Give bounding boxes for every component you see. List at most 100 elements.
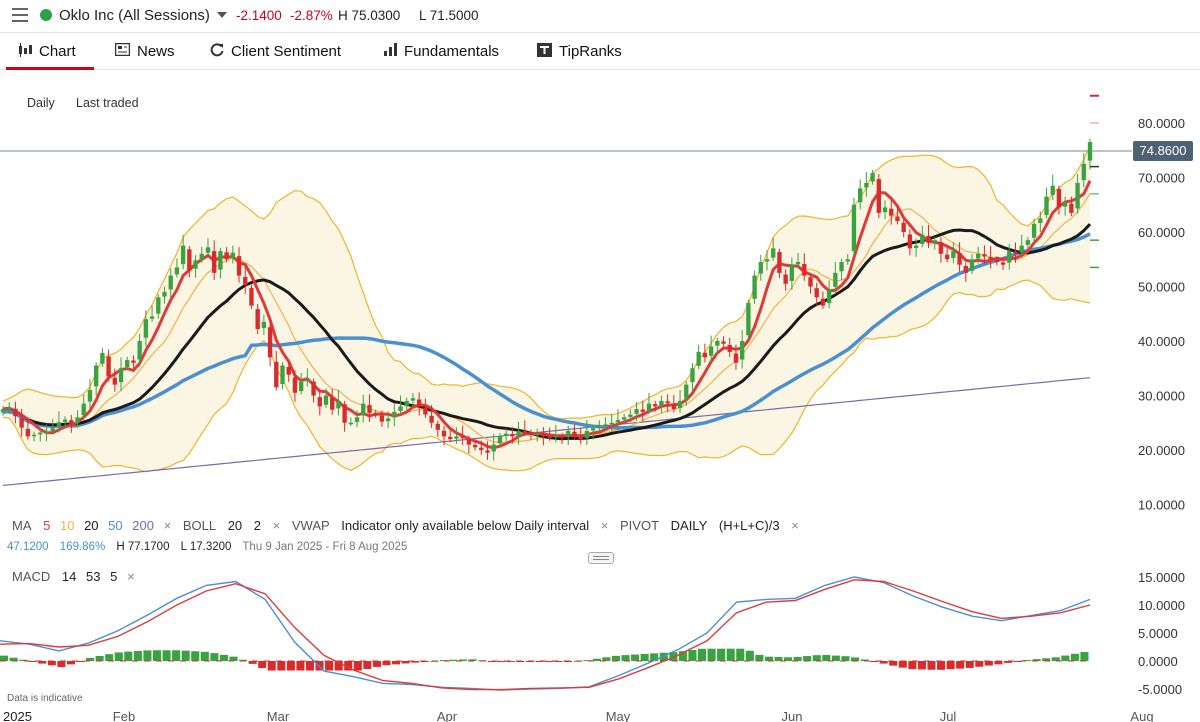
tab-news[interactable]: News	[114, 33, 175, 69]
x-axis-label: Apr	[437, 709, 458, 722]
candle-body	[7, 407, 12, 409]
macd-histogram-bar	[372, 661, 381, 667]
candle-body	[81, 403, 86, 416]
close-boll-icon[interactable]: ×	[273, 518, 281, 533]
candle	[913, 238, 919, 257]
candle	[286, 361, 291, 382]
candle-body	[876, 179, 881, 213]
candle-body	[814, 288, 819, 298]
macd-line	[0, 576, 1091, 691]
tab-label: News	[137, 42, 175, 60]
candle	[845, 254, 850, 265]
day-low: L 71.5000	[419, 8, 479, 23]
candle-body	[982, 254, 987, 257]
candle-body	[640, 409, 645, 412]
candle-body	[106, 356, 111, 377]
candle	[839, 258, 844, 281]
candle-body	[1044, 196, 1049, 216]
tab-chart[interactable]: Chart	[6, 33, 94, 70]
macd-histogram-bar	[191, 651, 200, 661]
menu-icon[interactable]	[12, 8, 28, 22]
candle	[311, 378, 316, 403]
candle-body	[385, 418, 391, 422]
price-axis-label: 60.0000	[1138, 225, 1185, 240]
macd-histogram-bar	[506, 661, 515, 662]
tab-tipranks[interactable]: TipRanks	[537, 33, 622, 69]
candle	[149, 305, 155, 323]
candle-body	[503, 433, 509, 436]
ma-period-5: 5	[43, 518, 51, 533]
close-pivot-icon[interactable]: ×	[791, 518, 799, 533]
close-vwap-icon[interactable]: ×	[601, 518, 609, 533]
candle	[795, 252, 801, 268]
candle	[298, 372, 304, 395]
candle	[448, 429, 453, 443]
candle-body	[994, 259, 1000, 262]
candle	[38, 427, 43, 442]
macd-histogram-bar	[975, 661, 984, 667]
candle-body	[435, 423, 440, 430]
candle-body	[578, 436, 583, 440]
candle-body	[696, 351, 701, 366]
candle-body	[634, 409, 639, 414]
candle	[416, 392, 422, 416]
candle-body	[1050, 185, 1055, 195]
candle-body	[13, 408, 18, 417]
candle	[336, 390, 341, 416]
chevron-down-icon[interactable]	[217, 12, 227, 18]
candle	[994, 256, 1000, 266]
macd-histogram-bar	[659, 652, 668, 661]
candle-body	[56, 422, 62, 428]
candle-body	[621, 417, 627, 420]
macd-param-slow: 53	[86, 569, 101, 584]
candle-body	[75, 417, 80, 423]
candle	[516, 421, 521, 445]
instrument-name[interactable]: Oklo Inc (All Sessions)	[59, 7, 210, 24]
candle	[826, 280, 832, 309]
interval-selector[interactable]: Daily	[27, 96, 55, 110]
macd-histogram-bar	[908, 661, 917, 670]
boll-period: 20	[227, 518, 243, 533]
candle-body	[379, 415, 385, 422]
macd-histogram-bar	[621, 655, 630, 661]
pane-resize-handle[interactable]	[588, 552, 614, 564]
candle-body	[628, 414, 633, 417]
macd-histogram-bar	[497, 661, 506, 662]
market-open-status-icon	[40, 9, 52, 21]
macd-histogram-bar	[592, 658, 601, 661]
price-chart[interactable]: 10.000020.000030.000040.000050.000060.00…	[0, 0, 1200, 722]
close-macd-icon[interactable]: ×	[127, 569, 135, 584]
macd-histogram-bar	[239, 659, 248, 661]
macd-histogram-bar	[841, 656, 850, 661]
price-type-selector[interactable]: Last traded	[76, 96, 139, 110]
candle	[814, 282, 819, 307]
macd-histogram-bar	[755, 654, 764, 661]
candle	[472, 439, 478, 451]
candle	[882, 200, 888, 220]
candle-body	[348, 422, 354, 425]
candle-body	[19, 417, 24, 428]
candle-body	[777, 252, 782, 273]
macd-histogram-bar	[602, 657, 611, 661]
candle-body	[479, 447, 484, 450]
candle-body	[423, 407, 428, 415]
candle	[317, 391, 322, 416]
candle	[696, 344, 701, 370]
macd-histogram-bar	[277, 661, 286, 671]
candle	[212, 240, 217, 280]
bollinger-lower-line	[2, 279, 1091, 473]
candle-body	[137, 341, 142, 360]
candle-body	[205, 247, 211, 253]
candle	[274, 350, 279, 391]
candle	[354, 410, 360, 428]
candle	[93, 362, 99, 396]
tab-fundamentals[interactable]: Fundamentals	[384, 33, 499, 69]
candle	[976, 246, 981, 264]
candle	[708, 335, 714, 363]
macd-histogram-bar	[28, 661, 37, 662]
tab-client-sentiment[interactable]: Client Sentiment	[210, 33, 341, 69]
candle	[398, 395, 403, 415]
candle-body	[684, 384, 689, 399]
close-ma-icon[interactable]: ×	[164, 518, 172, 533]
candle-body	[851, 204, 857, 252]
